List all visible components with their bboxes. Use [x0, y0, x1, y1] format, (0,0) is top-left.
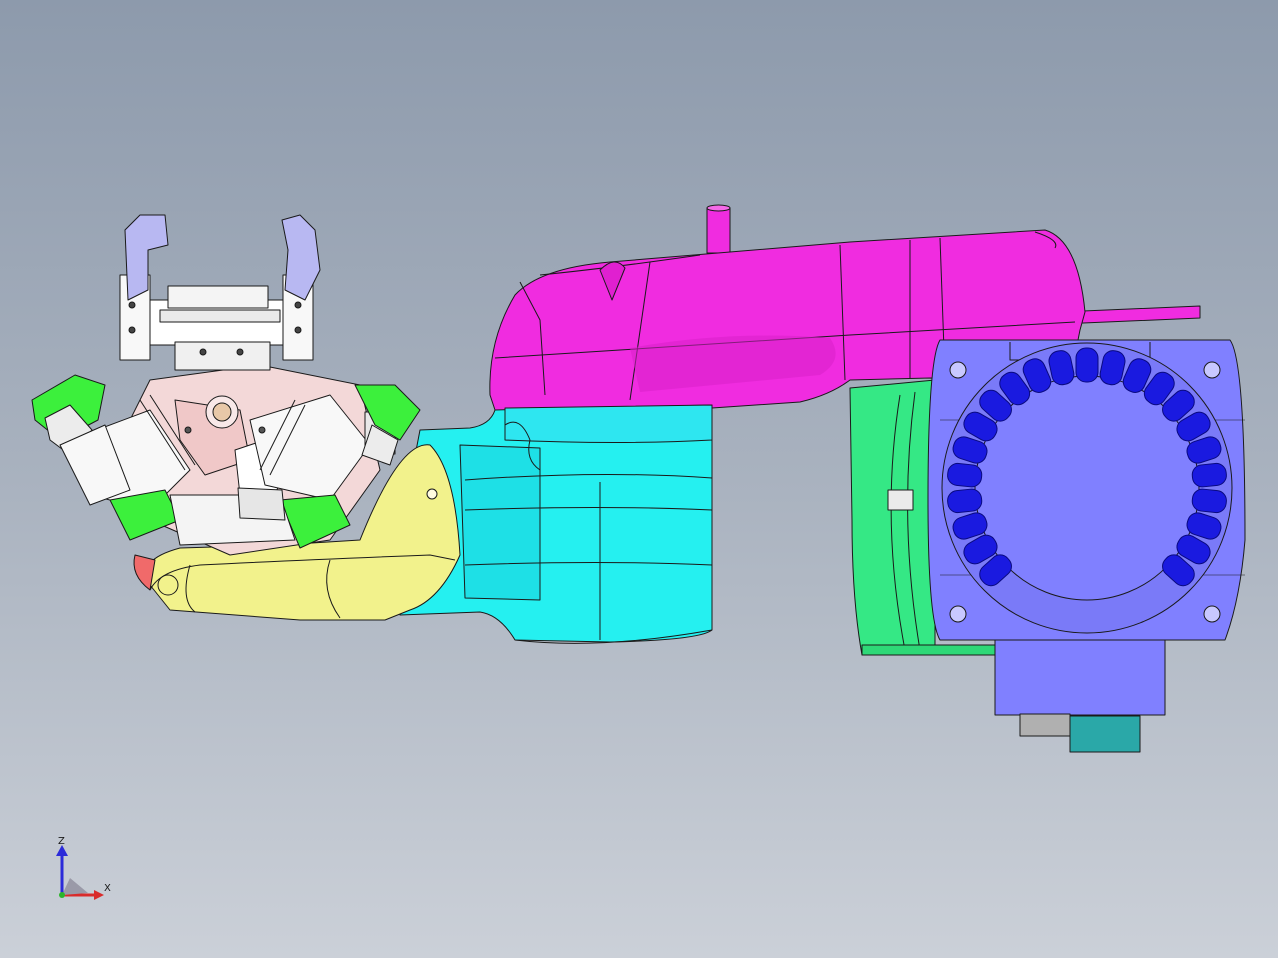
- y-axis-indicator: [62, 878, 88, 895]
- robot-arm-3d-model[interactable]: [0, 0, 1278, 958]
- axis-triad: [56, 845, 104, 900]
- gripper-finger-top[interactable]: [119, 214, 321, 371]
- cad-viewport[interactable]: Z X: [0, 0, 1278, 958]
- z-axis-label: Z: [58, 836, 65, 847]
- x-axis-label: X: [104, 883, 111, 894]
- gripper-finger-bottom[interactable]: [109, 487, 351, 549]
